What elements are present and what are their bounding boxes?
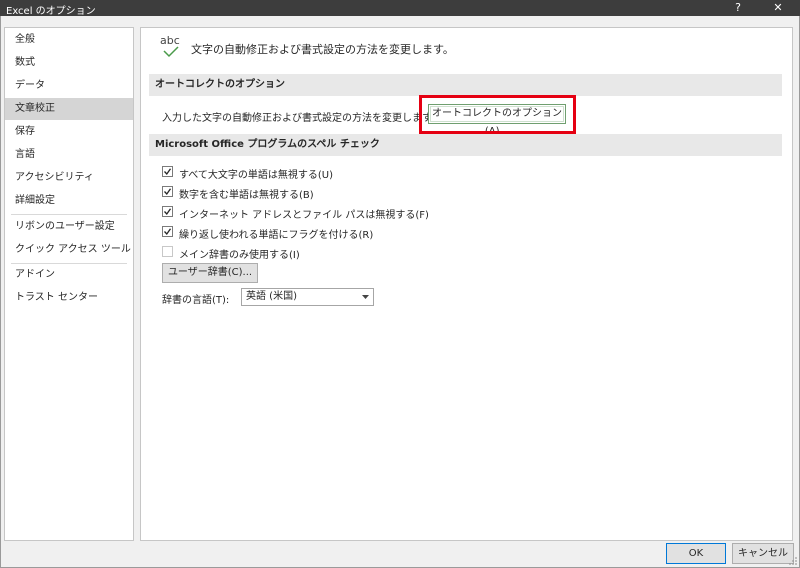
check-icon: [164, 228, 172, 236]
autocorrect-description: 入力した文字の自動修正および書式設定の方法を変更します:: [162, 113, 436, 124]
check-icon: [164, 188, 172, 196]
autocorrect-section-title: オートコレクトのオプション: [149, 74, 782, 96]
sidebar-item-accessibility[interactable]: アクセシビリティ: [5, 167, 133, 189]
flag-repeated-words-label: 繰り返し使われる単語にフラグを付ける(R): [179, 230, 374, 241]
ignore-internet-addresses-label: インターネット アドレスとファイル パスは無視する(F): [179, 210, 429, 221]
custom-dictionaries-button[interactable]: ユーザー辞書(C)...: [162, 263, 258, 283]
help-button[interactable]: ?: [724, 0, 752, 16]
dictionary-language-label: 辞書の言語(T):: [162, 295, 230, 306]
sidebar-item-general[interactable]: 全般: [5, 29, 133, 51]
chevron-down-icon: [362, 295, 369, 299]
dictionary-language-value: 英語 (米国): [246, 291, 297, 302]
main-dictionary-only-label: メイン辞書のみ使用する(I): [179, 250, 300, 261]
ignore-internet-addresses-checkbox[interactable]: [162, 206, 173, 217]
sidebar-divider: [11, 214, 127, 215]
sidebar-item-save[interactable]: 保存: [5, 121, 133, 143]
ignore-uppercase-label: すべて大文字の単語は無視する(U): [179, 170, 334, 181]
sidebar: 全般 数式 データ 文章校正 保存 言語 アクセシビリティ 詳細設定 リボンのユ…: [4, 27, 134, 541]
ignore-numbers-label: 数字を含む単語は無視する(B): [179, 190, 314, 201]
checkmark-icon: [163, 46, 179, 58]
close-button[interactable]: ✕: [764, 0, 792, 16]
ignore-numbers-checkbox[interactable]: [162, 186, 173, 197]
sidebar-item-customize-ribbon[interactable]: リボンのユーザー設定: [5, 216, 133, 238]
sidebar-item-advanced[interactable]: 詳細設定: [5, 190, 133, 212]
spelling-section-title: Microsoft Office プログラムのスペル チェック: [149, 134, 782, 156]
sidebar-item-quick-access-toolbar[interactable]: クイック アクセス ツール バー: [5, 239, 133, 261]
autocorrect-options-button[interactable]: オートコレクトのオプション(A)...: [428, 104, 566, 137]
sidebar-item-addins[interactable]: アドイン: [5, 264, 133, 286]
page-header: 文字の自動修正および書式設定の方法を変更します。: [191, 43, 454, 56]
sidebar-item-trust-center[interactable]: トラスト センター: [5, 287, 133, 309]
sidebar-item-data[interactable]: データ: [5, 75, 133, 97]
abc-spellcheck-icon: abc: [160, 34, 186, 60]
main-dictionary-only-checkbox[interactable]: [162, 246, 173, 257]
flag-repeated-words-checkbox[interactable]: [162, 226, 173, 237]
cancel-button[interactable]: キャンセル: [732, 543, 794, 564]
resize-grip-icon[interactable]: [788, 556, 798, 566]
ignore-uppercase-checkbox[interactable]: [162, 166, 173, 177]
check-icon: [164, 208, 172, 216]
ok-button[interactable]: OK: [666, 543, 726, 564]
content-panel: abc 文字の自動修正および書式設定の方法を変更します。 オートコレクトのオプシ…: [140, 27, 793, 541]
window-title: Excel のオプション: [6, 6, 96, 17]
title-bar: Excel のオプション ? ✕: [0, 0, 800, 17]
sidebar-item-formulas[interactable]: 数式: [5, 52, 133, 74]
check-icon: [164, 168, 172, 176]
dictionary-language-select[interactable]: 英語 (米国): [241, 288, 374, 306]
sidebar-item-proofing[interactable]: 文章校正: [5, 98, 133, 120]
sidebar-item-language[interactable]: 言語: [5, 144, 133, 166]
